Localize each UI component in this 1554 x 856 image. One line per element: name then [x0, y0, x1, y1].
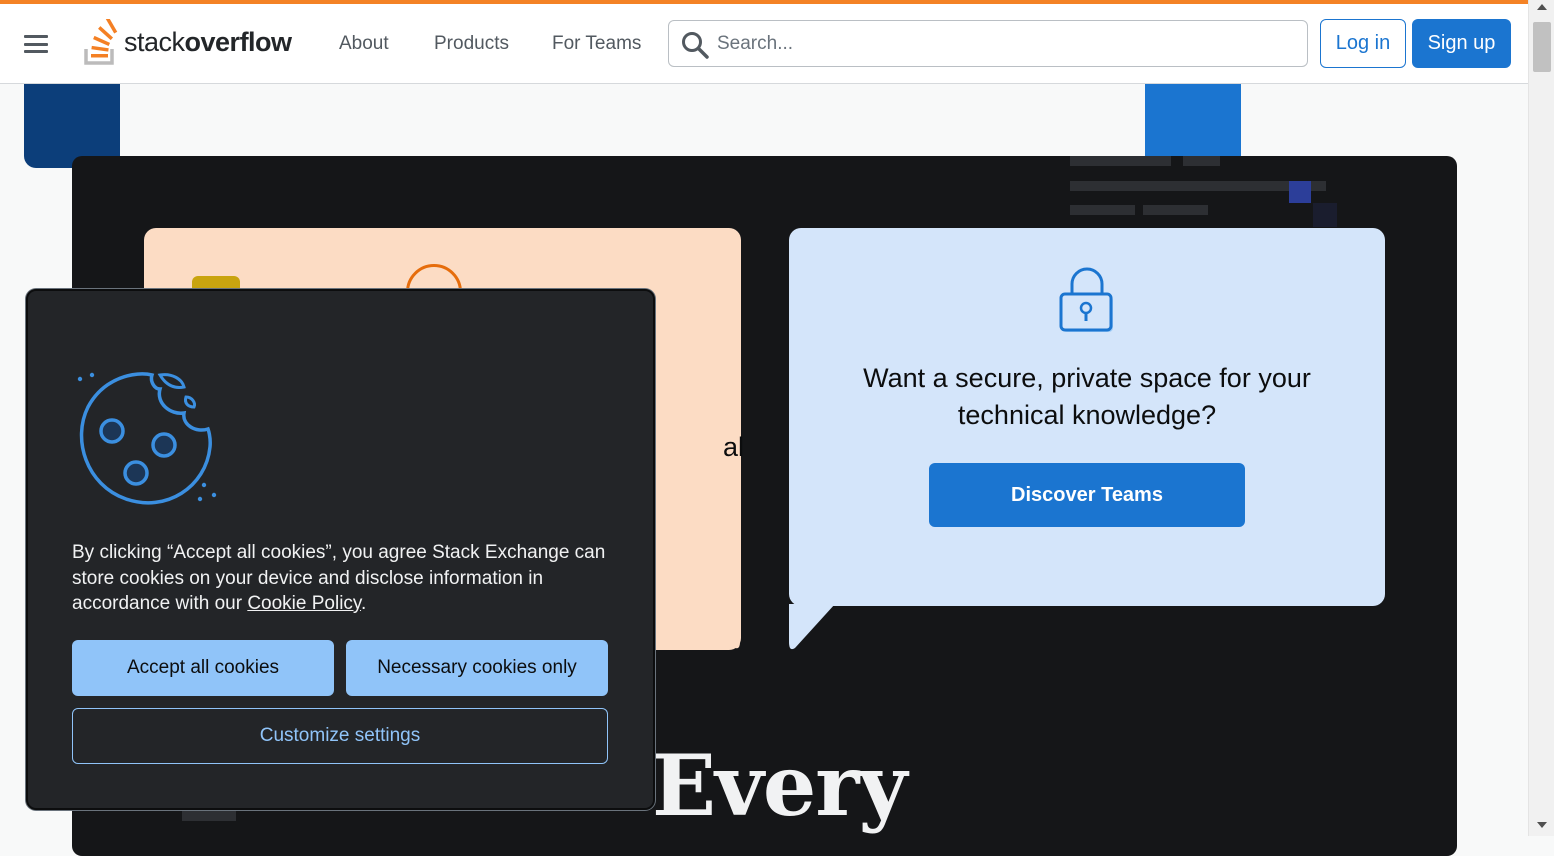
decorative-code-line	[1070, 181, 1326, 191]
decorative-code-line	[1070, 156, 1171, 166]
cookie-consent-text: By clicking “Accept all cookies”, you ag…	[72, 542, 606, 614]
accept-all-cookies-button[interactable]: Accept all cookies	[72, 640, 334, 696]
signup-button[interactable]: Sign up	[1412, 19, 1511, 68]
stackoverflow-logo-icon	[84, 19, 118, 65]
nav-for-teams[interactable]: For Teams	[552, 33, 641, 55]
scroll-up-arrow-icon[interactable]	[1537, 4, 1547, 10]
decorative-code-line	[1070, 205, 1135, 215]
decorative-block-blue	[1145, 84, 1241, 156]
search-icon	[682, 32, 709, 59]
teams-card-text: Want a secure, private space for your te…	[863, 363, 1311, 430]
logo-text: stackoverflow	[124, 26, 292, 57]
search-input[interactable]	[717, 29, 1287, 59]
search-box	[668, 20, 1308, 67]
nav-products[interactable]: Products	[434, 33, 509, 55]
page-scrollbar[interactable]	[1528, 0, 1554, 836]
customize-settings-button[interactable]: Customize settings	[72, 708, 608, 764]
community-card-text: al	[723, 432, 745, 462]
cookie-policy-link[interactable]: Cookie Policy	[247, 593, 361, 614]
necessary-cookies-only-button[interactable]: Necessary cookies only	[346, 640, 608, 696]
decorative-code-line	[1143, 205, 1208, 215]
menu-icon[interactable]	[24, 35, 48, 53]
decorative-pixel	[1313, 203, 1337, 227]
decorative-code-line	[182, 811, 236, 821]
scroll-down-arrow-icon[interactable]	[1537, 822, 1547, 828]
stackoverflow-logo[interactable]: stackoverflow	[82, 18, 292, 66]
speech-tail	[694, 606, 740, 649]
scroll-thumb[interactable]	[1533, 22, 1551, 72]
discover-teams-button[interactable]: Discover Teams	[929, 463, 1245, 527]
top-bar: stackoverflow About Products For Teams L…	[0, 0, 1528, 84]
nav-about[interactable]: About	[339, 33, 389, 55]
hero-headline: Every	[652, 736, 907, 835]
cookie-icon	[77, 372, 217, 505]
lock-icon	[1059, 267, 1113, 332]
decorative-pixel	[1289, 181, 1311, 203]
teams-card: Want a secure, private space for your te…	[789, 228, 1385, 606]
cookie-consent-dialog: By clicking “Accept all cookies”, you ag…	[26, 289, 655, 810]
login-button[interactable]: Log in	[1320, 19, 1406, 68]
decorative-code-line	[1183, 156, 1220, 166]
speech-tail	[789, 604, 835, 650]
